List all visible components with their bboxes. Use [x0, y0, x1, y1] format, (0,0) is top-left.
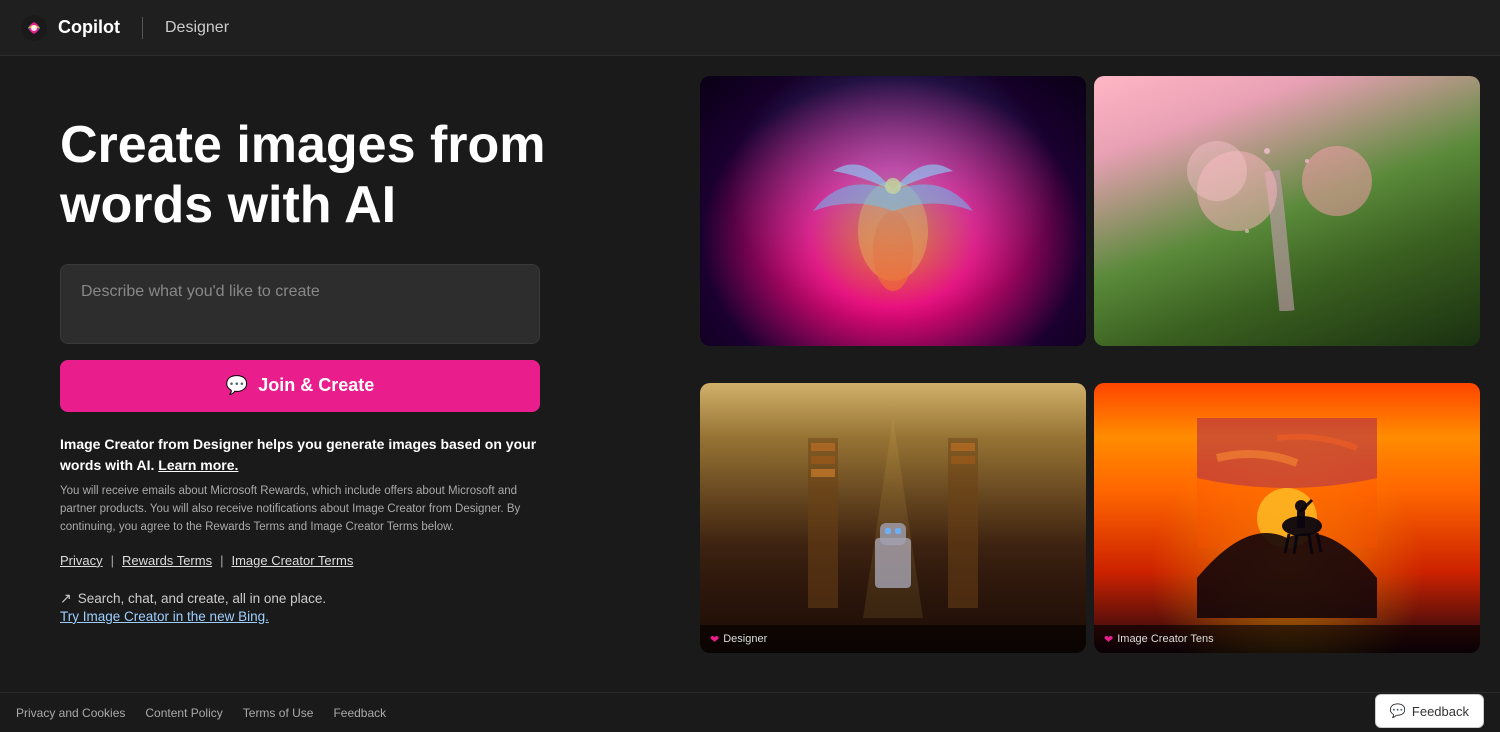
fine-print-text: You will receive emails about Microsoft … [60, 482, 540, 537]
copilot-logo-icon [20, 14, 48, 42]
arrow-icon: ↗ [60, 590, 72, 607]
prompt-input[interactable] [60, 264, 540, 344]
header-divider [142, 17, 143, 39]
logo-area: Copilot Designer [20, 14, 229, 42]
image-card-warrior[interactable]: ❤ Image Creator Tens [1094, 383, 1480, 653]
bing-promo: ↗ Search, chat, and create, all in one p… [60, 590, 640, 624]
image-grid: ❤ Designer [700, 56, 1500, 692]
warrior-illustration [1197, 418, 1377, 618]
main-content: Create images from words with AI 💬 Join … [0, 56, 1500, 692]
library-illustration [803, 418, 983, 618]
feedback-button[interactable]: 💬 Feedback [1375, 694, 1484, 728]
feedback-footer-link[interactable]: Feedback [333, 706, 386, 720]
header: Copilot Designer [0, 0, 1500, 56]
cherry-illustration [1187, 111, 1387, 311]
warrior-bottom-label: ❤ Image Creator Tens [1094, 625, 1480, 653]
terms-links: Privacy | Rewards Terms | Image Creator … [60, 553, 640, 568]
product-name: Designer [165, 19, 229, 37]
footer: Privacy and Cookies Content Policy Terms… [0, 692, 1500, 732]
bing-promo-link[interactable]: Try Image Creator in the new Bing. [60, 609, 640, 624]
left-panel: Create images from words with AI 💬 Join … [0, 56, 700, 692]
phoenix-illustration [803, 111, 983, 311]
library-bottom-label: ❤ Designer [700, 625, 1086, 653]
image-creator-terms-link[interactable]: Image Creator Terms [231, 553, 353, 568]
hero-title: Create images from words with AI [60, 116, 640, 236]
description-text: Image Creator from Designer helps you ge… [60, 434, 540, 476]
app-name: Copilot [58, 17, 120, 38]
chat-icon: 💬 [226, 375, 248, 396]
rewards-terms-link[interactable]: Rewards Terms [122, 553, 212, 568]
learn-more-link[interactable]: Learn more. [158, 457, 238, 473]
privacy-cookies-link[interactable]: Privacy and Cookies [16, 706, 125, 720]
image-card-cherry[interactable] [1094, 76, 1480, 346]
feedback-icon: 💬 [1390, 703, 1406, 719]
join-create-button[interactable]: 💬 Join & Create [60, 360, 540, 412]
image-card-phoenix[interactable] [700, 76, 1086, 346]
privacy-link[interactable]: Privacy [60, 553, 103, 568]
content-policy-link[interactable]: Content Policy [145, 706, 222, 720]
image-card-library[interactable]: ❤ Designer [700, 383, 1086, 653]
terms-of-use-link[interactable]: Terms of Use [243, 706, 314, 720]
footer-links: Privacy and Cookies Content Policy Terms… [16, 706, 1484, 720]
